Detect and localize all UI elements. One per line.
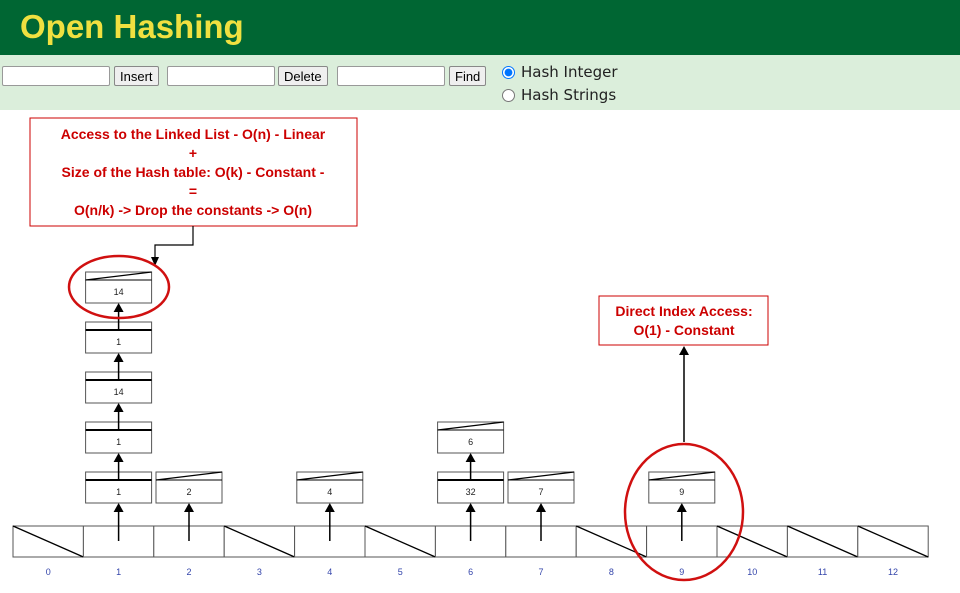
annotation-arrow-head — [679, 346, 689, 355]
bucket-index-label: 8 — [609, 567, 614, 577]
pointer-arrow-head — [184, 503, 194, 512]
insert-input[interactable] — [2, 66, 110, 86]
node-value: 9 — [679, 487, 684, 497]
hash-integer-radio-input[interactable] — [502, 65, 515, 79]
annotation-text: Access to the Linked List - O(n) - Linea… — [61, 126, 326, 142]
pointer-arrow-head — [465, 453, 476, 462]
bucket-index-label: 3 — [257, 567, 262, 577]
hash-integer-label: Hash Integer — [521, 63, 618, 81]
annotation-text: O(1) - Constant — [633, 322, 734, 338]
app-header: Open Hashing — [0, 0, 960, 55]
bucket-index-label: 7 — [538, 567, 543, 577]
node-value: 14 — [114, 387, 124, 397]
delete-input[interactable] — [167, 66, 275, 86]
node-value: 14 — [114, 287, 124, 297]
annotation-text: = — [189, 183, 197, 199]
node-value: 4 — [327, 487, 332, 497]
node-value: 1 — [116, 337, 121, 347]
pointer-arrow-head — [536, 503, 546, 512]
pointer-arrow-head — [113, 453, 124, 462]
annotation-text: Direct Index Access: — [615, 303, 752, 319]
node-value: 1 — [116, 437, 121, 447]
hash-strings-label: Hash Strings — [521, 86, 617, 104]
insert-button[interactable]: Insert — [114, 66, 159, 86]
pointer-arrow-head — [113, 503, 124, 512]
bucket-index-label: 6 — [468, 567, 473, 577]
hash-strings-radio-input[interactable] — [502, 88, 515, 102]
find-input[interactable] — [337, 66, 445, 86]
bucket-index-label: 12 — [888, 567, 898, 577]
annotation-connector — [154, 226, 194, 258]
pointer-arrow-head — [676, 503, 687, 512]
bucket-index-label: 9 — [679, 567, 684, 577]
delete-button[interactable]: Delete — [278, 66, 328, 86]
pointer-arrow-head — [113, 353, 124, 362]
node-value: 7 — [538, 487, 543, 497]
bucket-index-label: 4 — [327, 567, 332, 577]
annotation-text: O(n/k) -> Drop the constants -> O(n) — [74, 202, 312, 218]
page-title: Open Hashing — [20, 8, 244, 45]
pointer-arrow-head — [324, 503, 335, 512]
node-value: 2 — [186, 487, 191, 497]
bucket-index-label: 2 — [186, 567, 191, 577]
hash-integer-radio[interactable]: Hash Integer — [502, 63, 618, 81]
bucket-index-label: 10 — [747, 567, 757, 577]
find-button[interactable]: Find — [449, 66, 487, 86]
bucket-index-label: 11 — [818, 567, 827, 577]
pointer-arrow-head — [113, 303, 124, 312]
node-value: 1 — [116, 487, 121, 497]
hash-table-canvas: 0 11114114223 445 6326778 9910 11 12Access to … — [12, 117, 929, 582]
pointer-arrow-head — [465, 503, 476, 512]
bucket-index-label: 0 — [46, 567, 51, 577]
hash-strings-radio[interactable]: Hash Strings — [502, 86, 616, 104]
annotation-text: + — [189, 145, 197, 161]
node-value: 6 — [468, 437, 473, 447]
pointer-arrow-head — [113, 403, 124, 412]
bucket-index-label: 5 — [398, 567, 403, 577]
node-value: 32 — [466, 487, 476, 497]
annotation-text: Size of the Hash table: O(k) - Constant … — [62, 164, 325, 180]
bucket-index-label: 1 — [116, 567, 121, 577]
toolbar: Insert Delete Find Hash Integer Hash Str… — [0, 55, 960, 110]
